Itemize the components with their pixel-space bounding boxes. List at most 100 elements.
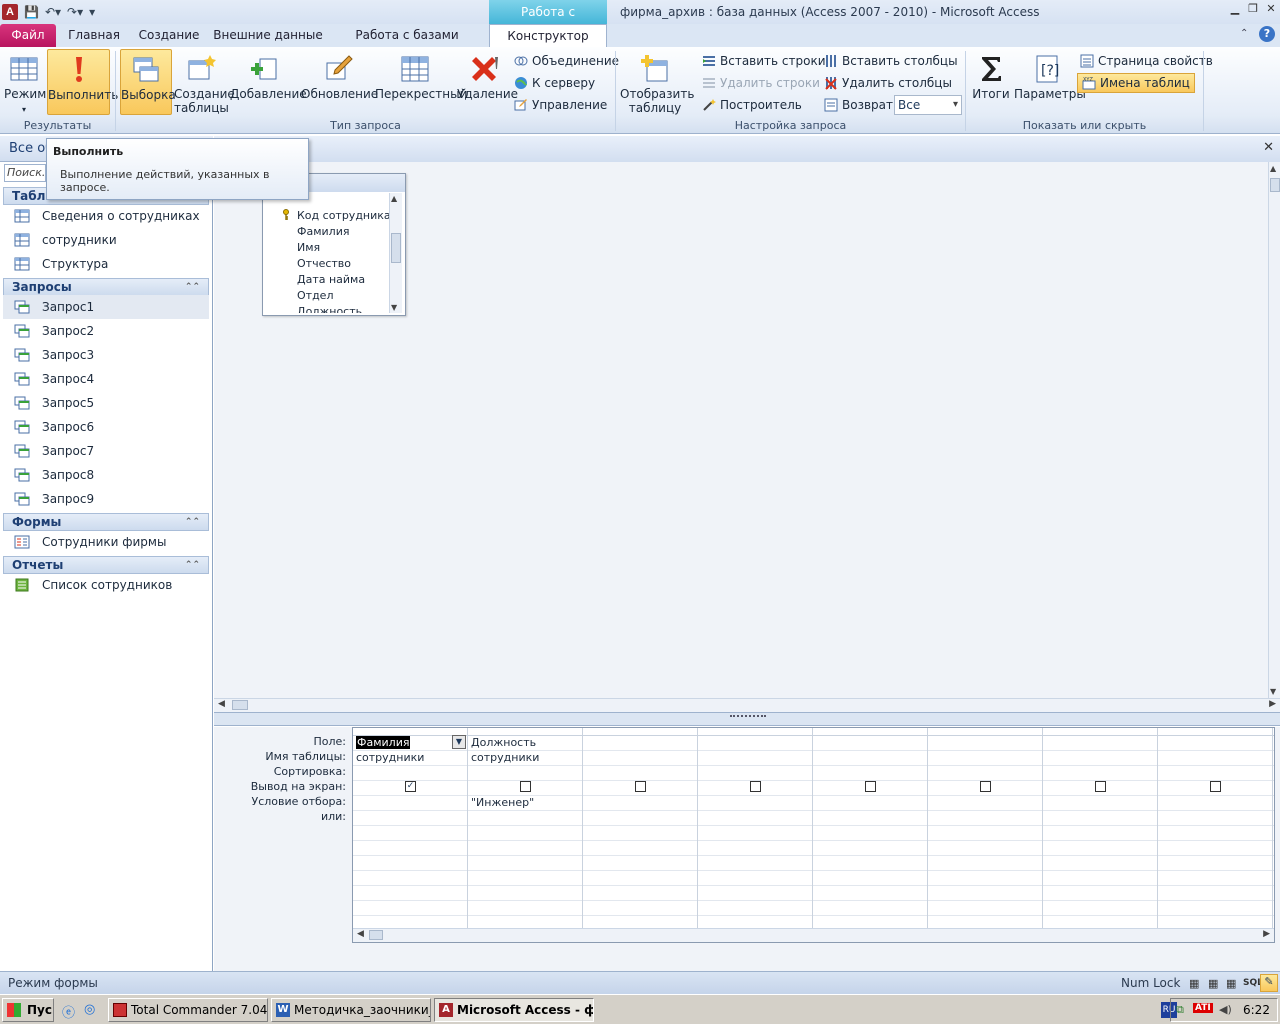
grid-table-cell[interactable]: сотрудники: [471, 751, 539, 764]
table-names-button[interactable]: XYZ Имена таблиц: [1077, 73, 1195, 93]
collapse-chevron-icon[interactable]: ⌃⌃: [185, 514, 200, 530]
access-logo-icon[interactable]: A: [2, 4, 18, 20]
scroll-right-icon[interactable]: ▶: [1269, 699, 1276, 709]
crosstab-button[interactable]: Перекрестный: [375, 49, 467, 115]
design-view-icon[interactable]: ✎: [1260, 974, 1278, 992]
ati-icon[interactable]: ATI: [1193, 1003, 1213, 1013]
show-checkbox[interactable]: [1095, 781, 1106, 792]
scroll-up-icon[interactable]: ▲: [391, 194, 397, 203]
tab-create[interactable]: Создание: [134, 24, 204, 47]
upper-vertical-scrollbar[interactable]: ▲ ▼: [1268, 162, 1280, 698]
scroll-down-icon[interactable]: ▼: [391, 303, 397, 312]
grid-horizontal-scrollbar[interactable]: ◀ ▶: [353, 928, 1274, 942]
volume-icon[interactable]: ◀): [1219, 1003, 1232, 1016]
return-combo[interactable]: Все: [894, 95, 962, 115]
start-button[interactable]: Пуск: [2, 998, 54, 1022]
collapse-ribbon-icon[interactable]: ⌃: [1240, 28, 1248, 39]
select-query-button[interactable]: Выборка: [120, 49, 176, 115]
field-item[interactable]: Имя: [297, 241, 320, 254]
show-checkbox[interactable]: [1210, 781, 1221, 792]
restore-icon[interactable]: ❐: [1245, 2, 1261, 16]
scroll-up-icon[interactable]: ▲: [1270, 164, 1276, 173]
pivot-table-icon[interactable]: ▦: [1208, 977, 1218, 990]
nav-item-table[interactable]: сотрудники: [3, 228, 209, 252]
nav-item-query[interactable]: Запрос3: [3, 343, 209, 367]
tab-database-tools[interactable]: Работа с базами данных: [332, 24, 482, 65]
close-icon[interactable]: ✕: [1263, 2, 1279, 16]
field-list-scrollbar[interactable]: ▲ ▼: [389, 193, 402, 313]
show-checkbox[interactable]: [865, 781, 876, 792]
nav-item-query[interactable]: Запрос2: [3, 319, 209, 343]
datasheet-view-icon[interactable]: ▦: [1189, 977, 1199, 990]
grid-column[interactable]: Фамилия сотрудники ✓ ▼: [353, 728, 468, 928]
update-button[interactable]: Обновление: [301, 49, 378, 115]
pane-splitter[interactable]: [214, 712, 1280, 726]
scroll-down-icon[interactable]: ▼: [1270, 687, 1276, 696]
nav-section-forms[interactable]: Формы ⌃⌃: [3, 513, 209, 531]
show-checkbox[interactable]: [520, 781, 531, 792]
grid-table-cell[interactable]: сотрудники: [356, 751, 424, 764]
delete-columns-button[interactable]: Удалить столбцы: [824, 73, 952, 93]
delete-rows-button[interactable]: Удалить строки: [702, 73, 820, 93]
taskbar-word[interactable]: W Методичка_заочники_...: [271, 998, 431, 1022]
collapse-chevron-icon[interactable]: ⌃⌃: [185, 279, 200, 295]
scroll-thumb[interactable]: [391, 233, 401, 263]
insert-rows-button[interactable]: Вставить строки: [702, 51, 826, 71]
tab-design[interactable]: Конструктор: [489, 24, 607, 47]
grid-column[interactable]: [1158, 728, 1273, 928]
close-document-icon[interactable]: ✕: [1263, 140, 1274, 155]
nav-item-table[interactable]: Структура: [3, 252, 209, 276]
union-button[interactable]: Объединение: [514, 51, 619, 71]
tab-home[interactable]: Главная: [62, 24, 126, 47]
delete-query-button[interactable]: Удаление: [457, 49, 518, 115]
nav-section-queries[interactable]: Запросы ⌃⌃: [3, 278, 209, 296]
grid-column[interactable]: [928, 728, 1043, 928]
nav-search-input[interactable]: Поиск...: [4, 164, 46, 182]
field-item[interactable]: Дата найма: [297, 273, 365, 286]
tab-file[interactable]: Файл: [0, 24, 56, 47]
insert-columns-button[interactable]: Вставить столбцы: [824, 51, 958, 71]
grid-column[interactable]: Должность сотрудники "Инженер": [468, 728, 583, 928]
nav-item-report[interactable]: Список сотрудников: [3, 573, 209, 597]
run-button[interactable]: Выполнить: [47, 49, 118, 115]
undo-icon[interactable]: ↶▾: [45, 5, 61, 19]
query-design-grid[interactable]: Фамилия сотрудники ✓ ▼ Должность сотрудники "И…: [352, 727, 1275, 943]
show-checkbox[interactable]: [635, 781, 646, 792]
append-button[interactable]: Добавление: [230, 49, 307, 115]
customize-qat-icon[interactable]: ▾: [89, 5, 95, 19]
nav-item-query[interactable]: Запрос7: [3, 439, 209, 463]
ie-icon[interactable]: ⓔ: [62, 1002, 75, 1021]
grid-column[interactable]: [698, 728, 813, 928]
show-checkbox[interactable]: [750, 781, 761, 792]
grid-column[interactable]: [1043, 728, 1158, 928]
pivot-chart-icon[interactable]: ▦: [1226, 977, 1236, 990]
taskbar-access[interactable]: A Microsoft Access - фи...: [434, 998, 594, 1022]
grid-column[interactable]: [813, 728, 928, 928]
nav-section-reports[interactable]: Отчеты ⌃⌃: [3, 556, 209, 574]
show-checkbox[interactable]: [980, 781, 991, 792]
grid-field-cell[interactable]: Фамилия: [356, 736, 411, 749]
taskbar-total-commander[interactable]: Total Commander 7.04a ...: [108, 998, 268, 1022]
help-icon[interactable]: ?: [1259, 26, 1275, 42]
scroll-right-icon[interactable]: ▶: [1263, 929, 1270, 939]
grid-criteria-cell[interactable]: "Инженер": [471, 796, 534, 809]
grid-field-cell[interactable]: Должность: [471, 736, 536, 749]
property-sheet-button[interactable]: Страница свойств: [1080, 51, 1213, 71]
grid-column[interactable]: [583, 728, 698, 928]
scroll-thumb[interactable]: [369, 930, 383, 940]
field-item[interactable]: Отдел: [297, 289, 333, 302]
totals-button[interactable]: Итоги: [970, 49, 1012, 115]
pass-through-button[interactable]: К серверу: [514, 73, 595, 93]
network-icon[interactable]: ⧉: [1176, 1003, 1184, 1017]
nav-item-table[interactable]: Сведения о сотрудниках: [3, 204, 209, 228]
field-item[interactable]: Код сотрудника: [297, 209, 391, 222]
builder-button[interactable]: Построитель: [702, 95, 802, 115]
quicklaunch-icon[interactable]: ◎: [84, 1002, 95, 1017]
show-table-button[interactable]: Отобразить таблицу: [620, 49, 694, 115]
parameters-button[interactable]: [?] Параметры: [1014, 49, 1086, 115]
upper-horizontal-scrollbar[interactable]: ◀ ▶: [214, 698, 1280, 712]
redo-icon[interactable]: ↷▾: [67, 5, 83, 19]
nav-item-query[interactable]: Запрос1: [3, 295, 209, 319]
scroll-left-icon[interactable]: ◀: [357, 929, 364, 939]
nav-item-query[interactable]: Запрос9: [3, 487, 209, 511]
